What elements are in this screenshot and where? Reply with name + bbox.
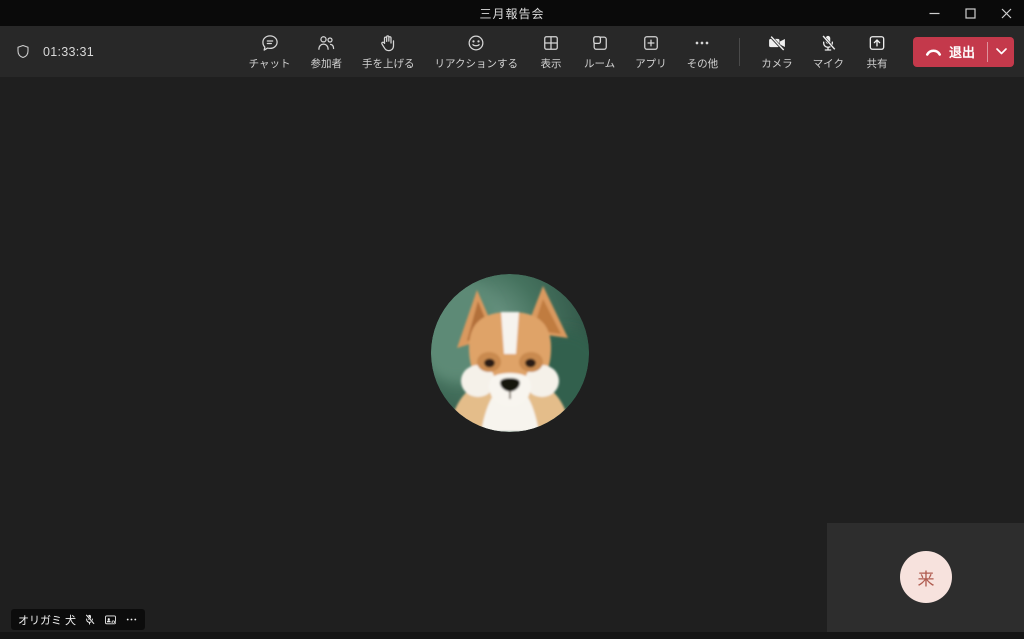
share-icon [867,33,887,54]
view-grid-icon [541,33,561,54]
mic-button[interactable]: マイク [806,29,851,75]
shield-icon[interactable] [15,43,31,60]
react-label: リアクションする [435,56,518,71]
participants-label: 参加者 [311,56,343,71]
rooms-button[interactable]: ルーム [577,29,622,75]
meeting-timer: 01:33:31 [43,45,94,59]
self-initial: 来 [918,565,935,590]
title-bar: 三月報告会 [0,0,1024,26]
rooms-icon [590,33,610,54]
raise-hand-label: 手を上げる [362,56,415,71]
chat-label: チャット [249,56,291,71]
self-avatar: 来 [900,551,952,603]
view-label: 表示 [541,56,562,71]
react-button[interactable]: リアクションする [428,29,525,75]
participant-name-pill: オリガミ 犬 [11,609,145,630]
camera-label: カメラ [761,56,793,71]
meeting-info: 01:33:31 [15,43,94,60]
leave-button-group: 退出 [913,37,1014,67]
share-label: 共有 [866,56,887,71]
raise-hand-icon [378,33,398,54]
self-view-tile[interactable]: 来 [827,523,1024,633]
window-controls [916,0,1024,26]
raise-hand-button[interactable]: 手を上げる [355,29,422,75]
rooms-label: ルーム [584,56,615,71]
share-button[interactable]: 共有 [857,29,897,75]
react-smiley-icon [466,33,486,54]
participants-button[interactable]: 参加者 [304,29,350,75]
apps-plus-icon [641,33,661,54]
bottom-strip [0,632,1024,639]
leave-button[interactable]: 退出 [913,37,987,67]
more-label: その他 [687,56,719,71]
toolbar-buttons: チャット 参加者 手を上げる [242,29,1024,75]
video-effects-icon[interactable] [103,613,118,627]
mic-off-icon [818,33,838,54]
camera-button[interactable]: カメラ [754,29,800,75]
apps-button[interactable]: アプリ [628,29,674,75]
participants-icon [316,33,336,54]
participant-avatar [431,274,589,432]
chat-button[interactable]: チャット [242,29,298,75]
close-button[interactable] [988,0,1024,26]
meeting-stage: オリガミ 犬 来 [0,77,1024,639]
view-button[interactable]: 表示 [531,29,571,75]
camera-off-icon [766,33,788,54]
muted-mic-icon [83,613,96,626]
leave-label: 退出 [949,42,975,61]
more-button[interactable]: その他 [680,29,726,75]
pill-more-icon[interactable] [125,613,138,626]
leave-options-chevron[interactable] [988,37,1014,67]
toolbar-divider [739,38,740,66]
maximize-button[interactable] [952,0,988,26]
more-dots-icon [692,33,712,54]
chat-icon [260,33,280,54]
mic-label: マイク [813,56,844,71]
hang-up-icon [925,46,942,58]
participant-name: オリガミ 犬 [18,612,76,628]
apps-label: アプリ [635,56,667,71]
window-title: 三月報告会 [0,5,1024,22]
minimize-button[interactable] [916,0,952,26]
meeting-toolbar: 01:33:31 チャット 参加者 [0,26,1024,77]
